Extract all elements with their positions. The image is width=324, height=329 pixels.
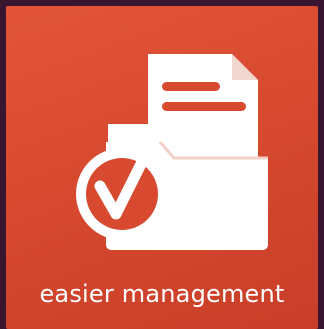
folder-document-check-icon <box>76 54 268 250</box>
tile-label: easier management <box>39 280 285 308</box>
app-frame: easier management <box>0 0 324 329</box>
easier-management-tile[interactable]: easier management <box>6 6 318 329</box>
